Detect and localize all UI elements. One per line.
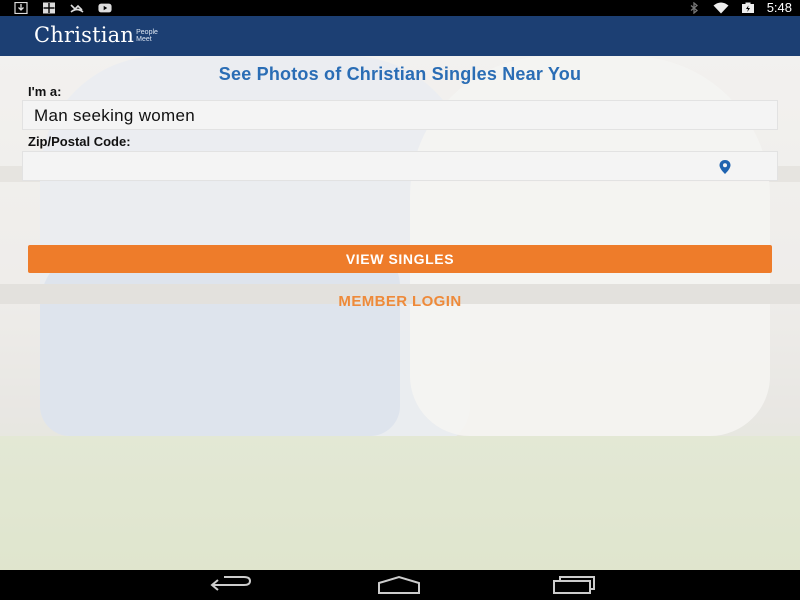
download-icon [14, 2, 28, 14]
home-icon[interactable] [374, 575, 424, 595]
missed-call-icon [70, 4, 84, 13]
status-bar: 5:48 [0, 0, 800, 16]
member-login-link[interactable]: MEMBER LOGIN [0, 293, 800, 310]
clock: 5:48 [766, 0, 792, 15]
app-logo[interactable]: Christian People Meet [34, 24, 166, 46]
page-headline: See Photos of Christian Singles Near You [218, 64, 582, 84]
youtube-icon [98, 3, 112, 13]
zip-label: Zip/Postal Code: [28, 134, 131, 149]
system-icons: 5:48 [687, 1, 792, 15]
logo-tagline: People Meet [136, 29, 158, 43]
gallery-icon [43, 2, 55, 14]
back-icon[interactable] [204, 575, 254, 595]
seeking-select-value: Man seeking women [34, 106, 196, 125]
battery-icon [741, 2, 754, 13]
location-pin-icon[interactable] [717, 159, 733, 175]
wifi-icon [713, 2, 729, 14]
seeking-select[interactable]: Man seeking women [22, 100, 778, 130]
recent-apps-icon[interactable] [546, 575, 596, 595]
navigation-bar [0, 570, 800, 600]
iam-label: I'm a: [28, 84, 62, 99]
app-header: Christian People Meet [0, 16, 800, 56]
notification-icons [14, 2, 112, 14]
zip-input[interactable] [22, 151, 778, 181]
view-singles-button[interactable]: VIEW SINGLES [28, 245, 772, 273]
bluetooth-icon [690, 2, 698, 14]
logo-wordmark: Christian [34, 23, 135, 47]
